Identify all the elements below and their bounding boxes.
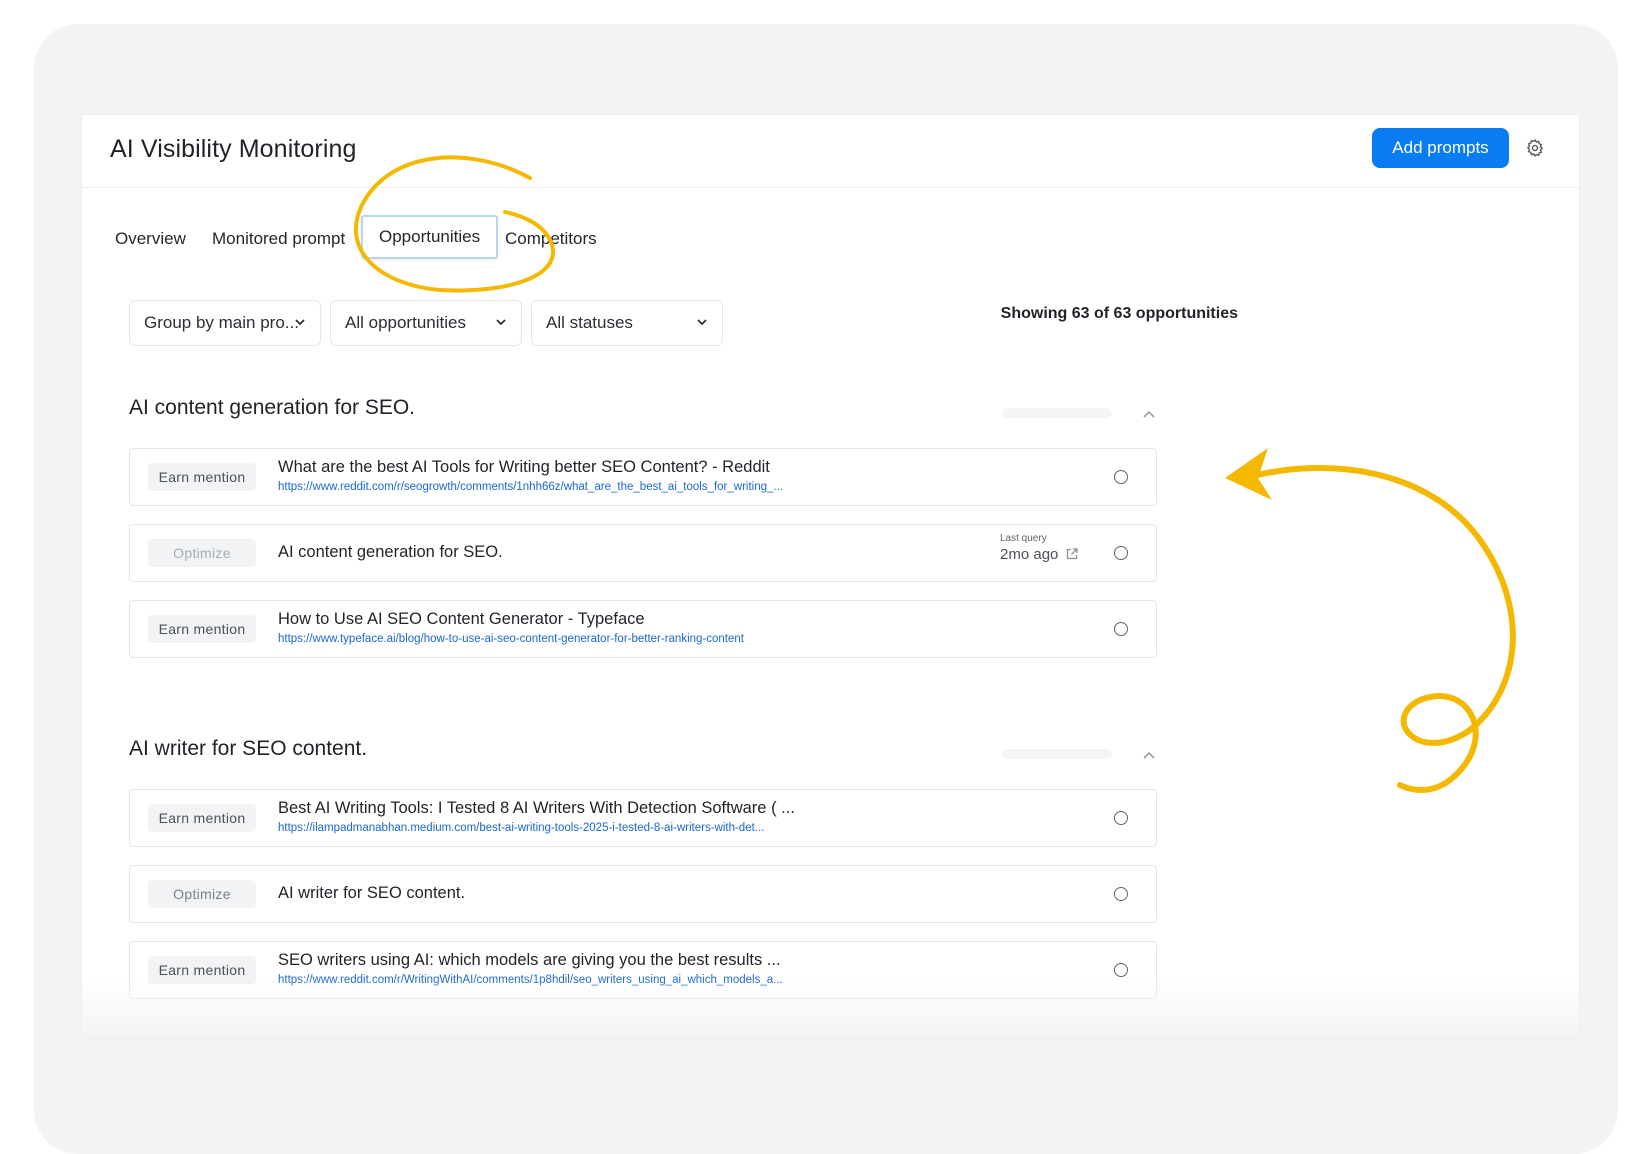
row-title: SEO writers using AI: which models are g… bbox=[278, 951, 781, 969]
list-item[interactable]: Optimize AI content generation for SEO. … bbox=[129, 524, 1157, 582]
group-title: AI writer for SEO content. bbox=[129, 737, 368, 760]
tab-overview[interactable]: Overview bbox=[115, 223, 186, 255]
chevron-down-icon bbox=[295, 319, 305, 326]
row-title: What are the best AI Tools for Writing b… bbox=[278, 458, 770, 476]
status-circle-icon[interactable] bbox=[1114, 622, 1128, 636]
status-circle-icon[interactable] bbox=[1114, 811, 1128, 825]
list-item[interactable]: Optimize AI writer for SEO content. bbox=[129, 865, 1157, 923]
status-circle-icon[interactable] bbox=[1114, 546, 1128, 560]
group-by-select[interactable]: Group by main pro... bbox=[129, 300, 321, 346]
list-item[interactable]: Earn mention What are the best AI Tools … bbox=[129, 448, 1157, 506]
page-title: AI Visibility Monitoring bbox=[110, 135, 357, 163]
opportunities-select-label: All opportunities bbox=[345, 313, 466, 332]
add-prompts-button[interactable]: Add prompts bbox=[1372, 128, 1509, 168]
chevron-down-icon bbox=[496, 319, 506, 326]
type-badge: Earn mention bbox=[148, 615, 256, 643]
row-title: AI writer for SEO content. bbox=[278, 884, 466, 902]
group-title: AI content generation for SEO. bbox=[129, 396, 416, 419]
tab-bar: Overview Monitored prompt Opportunities … bbox=[82, 215, 782, 263]
tab-monitored-prompt[interactable]: Monitored prompt bbox=[212, 223, 345, 255]
opportunities-select[interactable]: All opportunities bbox=[330, 300, 522, 346]
type-badge: Earn mention bbox=[148, 463, 256, 491]
list-item[interactable]: Earn mention SEO writers using AI: which… bbox=[129, 941, 1157, 999]
status-circle-icon[interactable] bbox=[1114, 887, 1128, 901]
row-url-link[interactable]: https://www.typeface.ai/blog/how-to-use-… bbox=[278, 633, 744, 645]
type-badge: Earn mention bbox=[148, 804, 256, 832]
row-url-link[interactable]: https://www.reddit.com/r/WritingWithAI/c… bbox=[278, 974, 783, 986]
chevron-up-icon[interactable] bbox=[1142, 409, 1156, 419]
row-title: Best AI Writing Tools: I Tested 8 AI Wri… bbox=[278, 799, 795, 817]
type-badge: Optimize bbox=[148, 539, 256, 567]
list-item[interactable]: Earn mention Best AI Writing Tools: I Te… bbox=[129, 789, 1157, 847]
group-progress-bar bbox=[1002, 408, 1112, 418]
status-circle-icon[interactable] bbox=[1114, 963, 1128, 977]
statuses-select-label: All statuses bbox=[546, 313, 633, 332]
type-badge: Optimize bbox=[148, 880, 256, 908]
last-query-label: Last query bbox=[1000, 533, 1047, 544]
group-progress-bar bbox=[1002, 749, 1112, 759]
type-badge: Earn mention bbox=[148, 956, 256, 984]
gear-icon[interactable] bbox=[1525, 138, 1545, 158]
external-link-icon[interactable] bbox=[1065, 547, 1079, 561]
tab-opportunities[interactable]: Opportunities bbox=[361, 215, 499, 259]
row-title: How to Use AI SEO Content Generator - Ty… bbox=[278, 610, 645, 628]
row-url-link[interactable]: https://ilampadmanabhan.medium.com/best-… bbox=[278, 822, 764, 834]
row-title: AI content generation for SEO. bbox=[278, 543, 503, 561]
list-item[interactable]: Earn mention How to Use AI SEO Content G… bbox=[129, 600, 1157, 658]
page-header: AI Visibility Monitoring Add prompts bbox=[82, 115, 1579, 188]
group-by-label: Group by main pro... bbox=[144, 313, 299, 332]
row-url-link[interactable]: https://www.reddit.com/r/seogrowth/comme… bbox=[278, 481, 783, 493]
status-circle-icon[interactable] bbox=[1114, 470, 1128, 484]
app-window: AI Visibility Monitoring Add prompts Ove… bbox=[82, 115, 1579, 1037]
tab-competitors[interactable]: Competitors bbox=[505, 223, 597, 255]
statuses-select[interactable]: All statuses bbox=[531, 300, 723, 346]
chevron-up-icon[interactable] bbox=[1142, 750, 1156, 760]
chevron-down-icon bbox=[697, 319, 707, 326]
results-count: Showing 63 of 63 opportunities bbox=[1000, 305, 1238, 322]
last-query-value: 2mo ago bbox=[1000, 546, 1059, 563]
